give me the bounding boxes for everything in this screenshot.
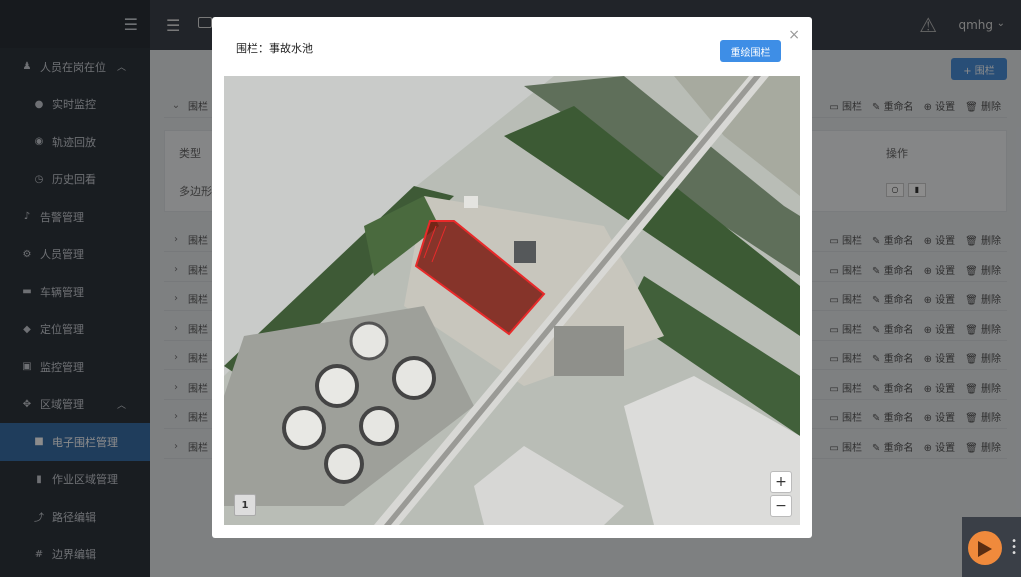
zoom-in-button[interactable]: + [770, 471, 792, 493]
more-icon[interactable]: • • • [1011, 537, 1017, 559]
close-icon[interactable]: × [788, 27, 800, 43]
map-imagery [224, 76, 800, 525]
floating-helper-widget[interactable]: • • • [962, 517, 1021, 577]
play-icon [978, 541, 992, 557]
modal-title: 围栏：事故水池 [236, 42, 313, 55]
fence-modal: 围栏：事故水池 重绘围栏 × + − 1 [212, 17, 812, 538]
zoom-out-button[interactable]: − [770, 495, 792, 517]
redraw-fence-button[interactable]: 重绘围栏 [720, 40, 781, 62]
satellite-map[interactable]: + − 1 [224, 76, 800, 525]
page-badge[interactable]: 1 [234, 494, 256, 516]
